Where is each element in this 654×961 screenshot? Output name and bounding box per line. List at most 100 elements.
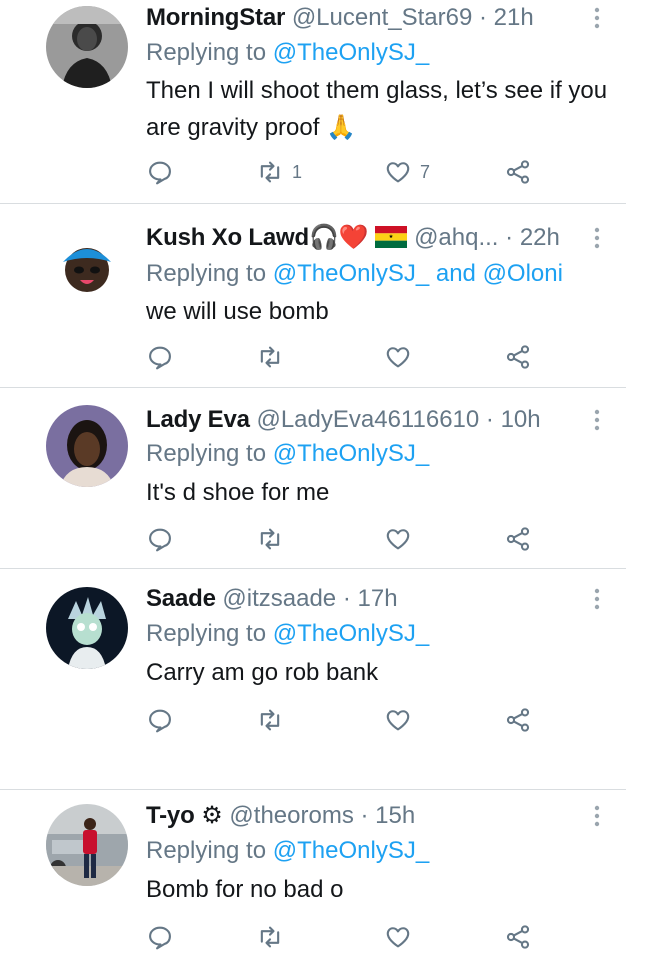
tweet-actions — [146, 922, 546, 952]
reply-icon — [149, 161, 171, 185]
retweet-button[interactable]: 1 — [256, 157, 302, 187]
retweet-button[interactable] — [256, 922, 284, 952]
timestamp[interactable]: 10h — [501, 406, 541, 433]
replying-to-line: Replying to @TheOnlySJ_ — [146, 618, 429, 650]
tweet-text: Carry am go rob bank — [146, 659, 379, 686]
like-button[interactable] — [384, 705, 412, 735]
retweet-icon — [260, 709, 280, 731]
replying-to-label: Replying to — [146, 260, 267, 287]
name-emoji: ⚙ — [201, 802, 223, 829]
share-icon — [506, 527, 530, 551]
reply-button[interactable] — [146, 922, 174, 952]
separator-dot: · — [485, 406, 494, 433]
share-button[interactable] — [504, 922, 532, 952]
tweet-actions — [146, 524, 546, 554]
heart-icon — [386, 710, 410, 731]
reply-icon — [149, 709, 171, 733]
like-button[interactable] — [384, 922, 412, 952]
mention-link[interactable]: @TheOnlySJ_ — [273, 260, 429, 287]
replying-to-label: Replying to — [146, 620, 267, 647]
tweet[interactable]: T-yo ⚙ @theoroms · 15h Replying to @TheO… — [0, 790, 654, 961]
more-options-icon[interactable] — [592, 226, 602, 250]
avatar[interactable] — [46, 6, 128, 88]
separator-dot: · — [342, 585, 351, 612]
retweet-button[interactable] — [256, 342, 284, 372]
like-count: 7 — [420, 161, 431, 182]
like-button[interactable] — [384, 524, 412, 554]
heart-icon — [386, 927, 410, 948]
share-button[interactable] — [504, 524, 532, 554]
share-button[interactable] — [504, 157, 532, 187]
heart-icon — [386, 347, 410, 368]
reply-icon — [149, 528, 171, 552]
tweet[interactable]: MorningStar @Lucent_Star69 · 21h Replyin… — [0, 0, 654, 200]
share-icon — [506, 345, 530, 369]
share-button[interactable] — [504, 342, 532, 372]
more-options-icon[interactable] — [592, 587, 602, 611]
mention-link[interactable]: @TheOnlySJ_ — [273, 837, 429, 864]
replying-to-label: Replying to — [146, 39, 267, 66]
tweet-actions — [146, 705, 546, 735]
share-icon — [506, 925, 530, 949]
share-icon — [506, 708, 530, 732]
avatar[interactable] — [46, 804, 128, 886]
like-button[interactable] — [384, 342, 412, 372]
tweet[interactable]: Kush Xo Lawd🎧❤️ @ahq... · 22h Replying t… — [0, 204, 654, 387]
retweet-icon — [260, 161, 280, 183]
reply-icon — [149, 346, 171, 370]
replying-to-line: Replying to @TheOnlySJ_ and @Oloni — [146, 258, 563, 290]
replying-to-label: Replying to — [146, 837, 267, 864]
user-handle[interactable]: @LadyEva46116610 — [256, 406, 479, 433]
ghana-flag-icon — [375, 226, 408, 248]
like-button[interactable]: 7 — [384, 157, 430, 187]
tweet[interactable]: Lady Eva @LadyEva46116610 · 10h Replying… — [0, 388, 654, 568]
mention-joiner: and — [435, 260, 476, 287]
display-name[interactable]: MorningStar — [146, 4, 285, 31]
separator-dot: · — [505, 224, 514, 251]
timestamp[interactable]: 17h — [358, 585, 398, 612]
more-options-icon[interactable] — [592, 408, 602, 432]
reply-button[interactable] — [146, 524, 174, 554]
tweet[interactable]: Saade @itzsaade · 17h Replying to @TheOn… — [0, 569, 654, 789]
display-name[interactable]: Lady Eva — [146, 406, 250, 433]
mention-link[interactable]: @Oloni — [483, 260, 563, 287]
tweet-actions — [146, 342, 546, 372]
display-name[interactable]: Kush Xo Lawd — [146, 224, 309, 251]
share-button[interactable] — [504, 705, 532, 735]
separator-dot: · — [360, 802, 369, 829]
heart-icon — [386, 529, 410, 550]
timestamp[interactable]: 15h — [375, 802, 415, 829]
name-emoji: 🎧❤️ — [308, 224, 369, 251]
timestamp[interactable]: 21h — [494, 4, 534, 31]
mention-link[interactable]: @TheOnlySJ_ — [273, 620, 429, 647]
reply-button[interactable] — [146, 342, 174, 372]
replying-to-line: Replying to @TheOnlySJ_ — [146, 835, 429, 867]
avatar[interactable] — [46, 405, 128, 487]
user-handle[interactable]: @ahq... — [414, 224, 498, 251]
display-name[interactable]: T-yo — [146, 802, 195, 829]
more-options-icon[interactable] — [592, 804, 602, 828]
user-handle[interactable]: @Lucent_Star69 — [292, 4, 472, 31]
mention-link[interactable]: @TheOnlySJ_ — [273, 39, 429, 66]
retweet-count: 1 — [292, 161, 303, 182]
reply-button[interactable] — [146, 157, 174, 187]
display-name[interactable]: Saade — [146, 585, 216, 612]
timestamp[interactable]: 22h — [520, 224, 560, 251]
replying-to-line: Replying to @TheOnlySJ_ — [146, 37, 429, 69]
mention-link[interactable]: @TheOnlySJ_ — [273, 440, 429, 467]
user-handle[interactable]: @itzsaade — [222, 585, 336, 612]
tweet-text: Bomb for no bad o — [146, 876, 344, 903]
separator-dot: · — [478, 4, 487, 31]
user-handle[interactable]: @theoroms — [229, 802, 353, 829]
retweet-button[interactable] — [256, 524, 284, 554]
retweet-button[interactable] — [256, 705, 284, 735]
share-icon — [506, 160, 530, 184]
avatar[interactable] — [46, 224, 128, 306]
reply-icon — [149, 926, 171, 950]
tweet-text: It's d shoe for me — [146, 479, 330, 506]
avatar[interactable] — [46, 587, 128, 669]
more-options-icon[interactable] — [592, 6, 602, 30]
tweet-text: we will use bomb — [146, 298, 329, 325]
retweet-icon — [260, 926, 280, 948]
reply-button[interactable] — [146, 705, 174, 735]
